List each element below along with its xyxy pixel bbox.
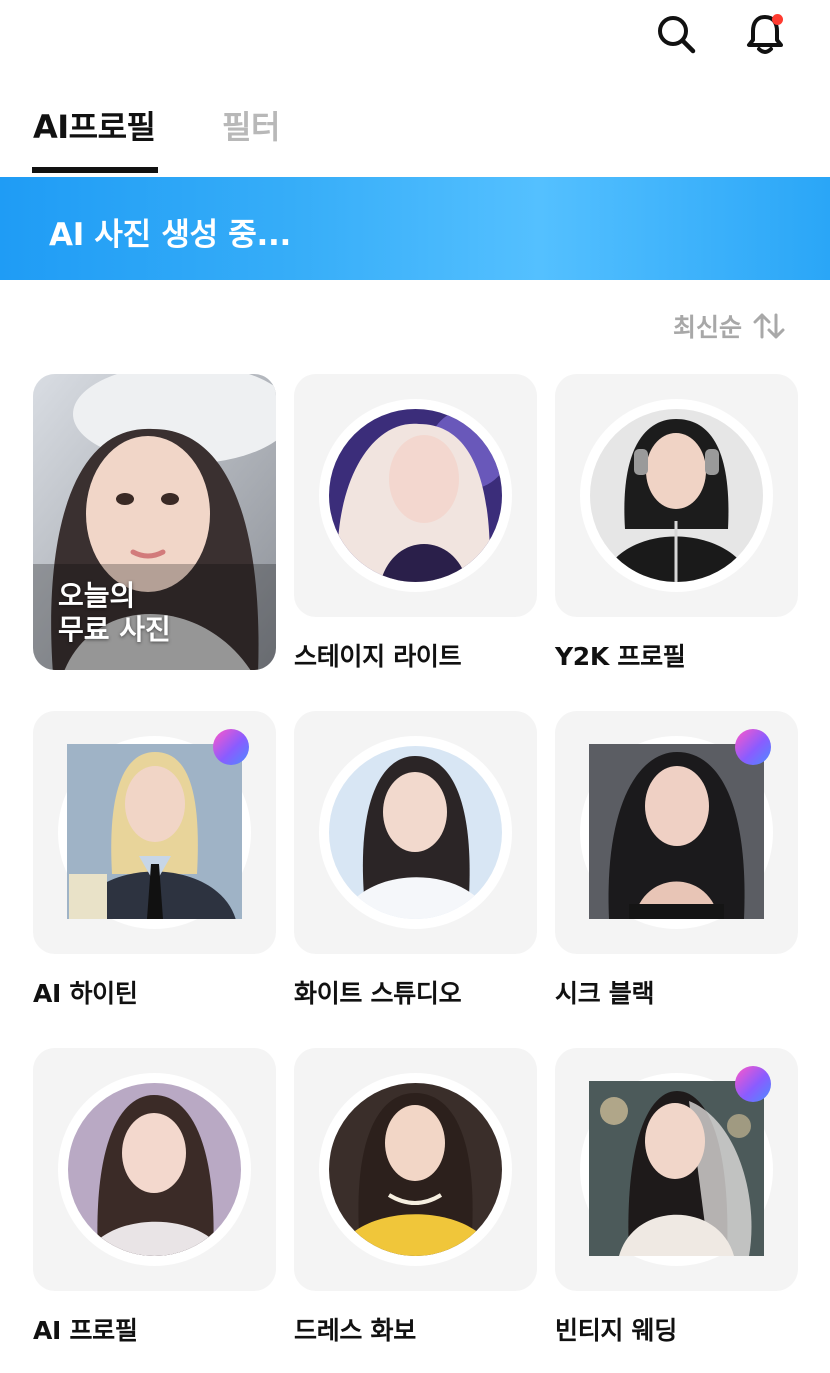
- style-grid: 오늘의 무료 사진 스테이지 라이트 Y2K 프로필 AI 하이틴 화이트 스튜…: [0, 0, 830, 1373]
- style-thumbnail: [589, 744, 764, 919]
- new-badge: [735, 1066, 771, 1102]
- style-card-vintage-wedding[interactable]: [555, 1048, 798, 1291]
- style-card-white-studio[interactable]: [294, 711, 537, 954]
- style-title: 드레스 화보: [294, 1316, 416, 1345]
- style-thumbnail: [329, 746, 502, 919]
- style-title: 스테이지 라이트: [294, 642, 462, 671]
- style-thumbnail: [67, 744, 242, 919]
- style-card-y2k[interactable]: [555, 374, 798, 617]
- new-badge: [213, 729, 249, 765]
- style-thumbnail: [68, 1083, 241, 1256]
- style-thumbnail: [590, 409, 763, 582]
- style-title: Y2K 프로필: [555, 642, 686, 671]
- style-card-stage-light[interactable]: [294, 374, 537, 617]
- style-card-dress-photoshoot[interactable]: [294, 1048, 537, 1291]
- style-thumbnail: [589, 1081, 764, 1256]
- free-photo-card[interactable]: 오늘의 무료 사진: [33, 374, 276, 670]
- style-card-ai-highteen[interactable]: [33, 711, 276, 954]
- style-thumbnail: [329, 1083, 502, 1256]
- style-title: AI 프로필: [33, 1316, 138, 1345]
- style-title: 화이트 스튜디오: [294, 979, 462, 1008]
- style-card-ai-profile[interactable]: [33, 1048, 276, 1291]
- free-photo-label-line2: 무료 사진: [58, 613, 171, 646]
- style-title: 시크 블랙: [555, 979, 655, 1008]
- free-photo-label: 오늘의 무료 사진: [58, 579, 171, 647]
- style-title: AI 하이틴: [33, 979, 138, 1008]
- style-card-chic-black[interactable]: [555, 711, 798, 954]
- style-thumbnail: [329, 409, 502, 582]
- new-badge: [735, 729, 771, 765]
- free-photo-label-line1: 오늘의: [58, 579, 136, 612]
- style-title: 빈티지 웨딩: [555, 1316, 677, 1345]
